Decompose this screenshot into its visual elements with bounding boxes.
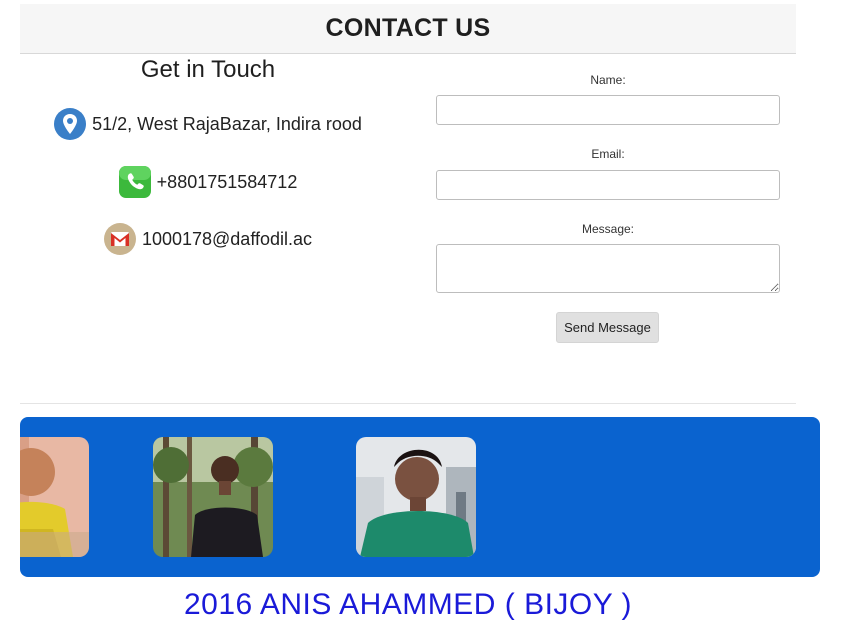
phone-row: +8801751584712 [20, 166, 396, 198]
email-row: 1000178@daffodil.ac [20, 223, 396, 255]
section-divider [20, 403, 796, 404]
email-input[interactable] [436, 170, 780, 200]
message-textarea[interactable] [436, 244, 780, 293]
phone-icon [118, 166, 151, 198]
person-photo-yellow-shirt [20, 437, 89, 557]
get-in-touch-title: Get in Touch [140, 56, 276, 83]
phone-text: +8801751584712 [156, 171, 298, 192]
address-text: 51/2, West RajaBazar, Indira rood [92, 113, 362, 134]
page-title: CONTACT US [325, 14, 491, 42]
photo-slider [20, 417, 820, 577]
email-label: Email: [591, 147, 625, 161]
address-row: 51/2, West RajaBazar, Indira rood [20, 108, 396, 140]
email-text: 1000178@daffodil.ac [141, 228, 313, 249]
name-label: Name: [590, 73, 626, 87]
contact-header: CONTACT US [20, 4, 796, 54]
send-message-button[interactable]: Send Message [556, 312, 659, 343]
gmail-icon [103, 223, 136, 255]
name-input[interactable] [436, 95, 780, 125]
person-photo-green-shirt [356, 437, 476, 557]
location-pin-icon [54, 108, 87, 140]
person-photo-forest [153, 437, 273, 557]
message-label: Message: [581, 222, 635, 236]
footer-credit: 2016 ANIS AHAMMED ( BIJOY ) [183, 588, 633, 621]
